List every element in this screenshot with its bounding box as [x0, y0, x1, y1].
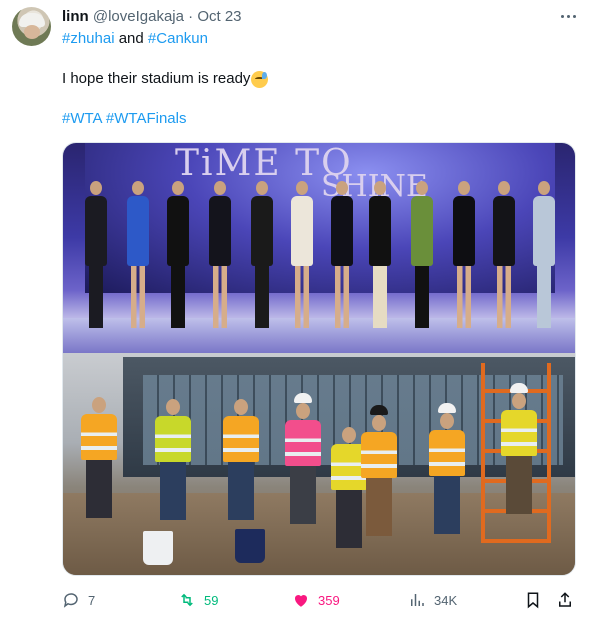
like-count: 359	[318, 592, 340, 608]
previous-tweet-remnant	[0, 0, 595, 4]
player-figure	[209, 181, 231, 328]
tweet-text-content: I hope their stadium is ready	[62, 70, 251, 87]
hashtag-connector: and	[118, 30, 144, 47]
paint-bucket	[143, 531, 173, 565]
downcast-face-with-sweat-icon	[251, 70, 269, 88]
player-figure	[127, 181, 149, 328]
more-dot	[572, 14, 576, 18]
tweet-text: I hope their stadium is ready	[62, 70, 269, 88]
more-options-icon[interactable]	[558, 8, 578, 24]
media-photo-stage[interactable]: TiME TO SHINE	[63, 143, 575, 353]
worker-figure	[223, 399, 259, 520]
author-handle[interactable]: @loveIgakaja	[93, 8, 184, 25]
views-count: 34K	[434, 592, 458, 608]
player-figure	[369, 181, 391, 328]
reply-button[interactable]: 7	[62, 588, 95, 612]
views-button[interactable]: 34K	[408, 588, 457, 612]
action-bar: 7 59 359 34K	[62, 588, 576, 612]
worker-figure	[285, 393, 321, 524]
avatar[interactable]	[12, 7, 51, 46]
tweet-media[interactable]: TiME TO SHINE	[62, 142, 576, 576]
hashtag-cankun[interactable]: #Cankun	[148, 30, 208, 47]
more-dot	[560, 14, 564, 18]
paint-bucket	[235, 529, 265, 563]
player-figure	[331, 181, 353, 328]
worker-figure	[429, 403, 465, 534]
retweet-icon	[181, 593, 193, 607]
retweet-button[interactable]: 59	[178, 588, 218, 612]
player-figure	[251, 181, 273, 328]
hashtag-zhuhai[interactable]: #zhuhai	[62, 30, 115, 47]
retweet-count: 59	[204, 592, 219, 608]
hashtags-line: #WTA #WTAFinals	[62, 110, 186, 128]
hashtag-wta[interactable]: #WTA	[62, 110, 102, 127]
worker-figure	[361, 405, 397, 536]
worker-figure	[155, 399, 191, 520]
player-figure	[85, 181, 107, 328]
bookmark-button[interactable]	[524, 588, 542, 612]
reply-count: 7	[88, 592, 96, 608]
tweet-header: linn @loveIgakaja · Oct 23	[62, 8, 242, 26]
more-dot	[566, 14, 570, 18]
bookmark-icon	[527, 592, 539, 609]
player-figure	[291, 181, 313, 328]
avatar-face	[24, 25, 40, 39]
reply-icon	[63, 593, 78, 608]
heart-icon	[294, 594, 308, 607]
player-figure	[167, 181, 189, 328]
separator-dot: ·	[188, 8, 194, 25]
player-figure	[453, 181, 475, 328]
share-button[interactable]	[556, 588, 574, 612]
hashtag-line: #zhuhai and #Cankun	[62, 30, 208, 48]
like-button[interactable]: 359	[292, 588, 340, 612]
hashtag-wtafinals[interactable]: #WTAFinals	[106, 110, 187, 127]
player-figure	[493, 181, 515, 328]
media-photo-construction[interactable]	[63, 353, 575, 575]
player-figure	[533, 181, 555, 328]
tweet-date[interactable]: Oct 23	[197, 8, 241, 25]
views-chart-icon	[411, 594, 424, 606]
author-name[interactable]: linn	[62, 8, 89, 25]
worker-figure	[81, 397, 117, 518]
player-figure	[411, 181, 433, 328]
share-icon	[559, 592, 571, 607]
worker-figure	[501, 383, 537, 514]
